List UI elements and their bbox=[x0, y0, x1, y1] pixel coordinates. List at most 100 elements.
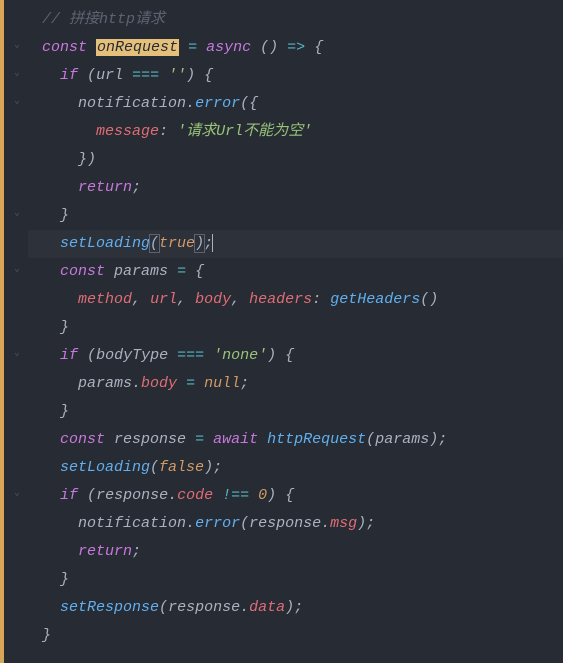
function-call: setLoading bbox=[60, 459, 150, 476]
punctuation: ; bbox=[132, 179, 141, 196]
fold-icon[interactable]: ⌄ bbox=[12, 265, 22, 275]
object: params bbox=[78, 375, 132, 392]
punctuation: () bbox=[420, 291, 438, 308]
object: notification bbox=[78, 515, 186, 532]
keyword: if bbox=[60, 487, 78, 504]
keyword: return bbox=[78, 179, 132, 196]
code-line[interactable]: notification.error(response.msg); bbox=[28, 510, 563, 538]
variable: bodyType bbox=[96, 347, 168, 364]
punctuation: , bbox=[177, 291, 186, 308]
punctuation: ; bbox=[294, 599, 303, 616]
operator: = bbox=[186, 375, 195, 392]
code-line[interactable]: if (response.code !== 0) { bbox=[28, 482, 563, 510]
text-cursor bbox=[212, 234, 213, 252]
punctuation: ( bbox=[240, 95, 249, 112]
code-line[interactable]: message: '请求Url不能为空' bbox=[28, 118, 563, 146]
keyword: if bbox=[60, 347, 78, 364]
code-line[interactable]: return; bbox=[28, 174, 563, 202]
keyword: const bbox=[42, 39, 87, 56]
punctuation: . bbox=[240, 599, 249, 616]
object: notification bbox=[78, 95, 186, 112]
code-line[interactable]: } bbox=[28, 314, 563, 342]
punctuation: . bbox=[321, 515, 330, 532]
punctuation: ) bbox=[267, 347, 276, 364]
brace: { bbox=[314, 39, 323, 56]
punctuation: ) bbox=[285, 599, 294, 616]
function-call: getHeaders bbox=[330, 291, 420, 308]
keyword: async bbox=[206, 39, 251, 56]
code-line[interactable]: if (bodyType === 'none') { bbox=[28, 342, 563, 370]
string: '请求Url不能为空' bbox=[177, 123, 312, 140]
brace: { bbox=[204, 67, 213, 84]
code-line[interactable]: } bbox=[28, 398, 563, 426]
punctuation: . bbox=[132, 375, 141, 392]
function-call: httpRequest bbox=[267, 431, 366, 448]
fold-icon[interactable]: ⌄ bbox=[12, 489, 22, 499]
punctuation: ; bbox=[213, 459, 222, 476]
operator: => bbox=[287, 39, 305, 56]
fold-icon[interactable]: ⌄ bbox=[12, 41, 22, 51]
punctuation: . bbox=[186, 515, 195, 532]
punctuation: () bbox=[260, 39, 278, 56]
punctuation: , bbox=[231, 291, 240, 308]
brace: } bbox=[60, 207, 69, 224]
method: error bbox=[195, 515, 240, 532]
brace: { bbox=[285, 487, 294, 504]
fold-icon[interactable]: ⌄ bbox=[12, 349, 22, 359]
fold-icon[interactable]: ⌄ bbox=[12, 69, 22, 79]
code-content[interactable]: // 拼接http请求 const onRequest = async () =… bbox=[28, 0, 563, 663]
property: method bbox=[78, 291, 132, 308]
function-call: setLoading bbox=[60, 235, 150, 252]
object: response bbox=[168, 599, 240, 616]
punctuation: , bbox=[132, 291, 141, 308]
code-line[interactable]: } bbox=[28, 622, 563, 650]
code-line[interactable]: setResponse(response.data); bbox=[28, 594, 563, 622]
code-line[interactable]: } bbox=[28, 566, 563, 594]
code-line[interactable]: setLoading(false); bbox=[28, 454, 563, 482]
fold-icon[interactable]: ⌄ bbox=[12, 97, 22, 107]
operator: = bbox=[188, 39, 197, 56]
punctuation: ( bbox=[87, 347, 96, 364]
code-line-current[interactable]: setLoading(true); bbox=[28, 230, 563, 258]
variable: response bbox=[114, 431, 186, 448]
code-line[interactable]: method, url, body, headers: getHeaders() bbox=[28, 286, 563, 314]
string: 'none' bbox=[213, 347, 267, 364]
punctuation: : bbox=[312, 291, 321, 308]
code-line[interactable]: notification.error({ bbox=[28, 90, 563, 118]
property: data bbox=[249, 599, 285, 616]
number: 0 bbox=[258, 487, 267, 504]
null-literal: null bbox=[204, 375, 240, 392]
operator: = bbox=[195, 431, 204, 448]
argument: params bbox=[375, 431, 429, 448]
brace: } bbox=[42, 627, 51, 644]
code-line[interactable]: const response = await httpRequest(param… bbox=[28, 426, 563, 454]
code-line[interactable]: const onRequest = async () => { bbox=[28, 34, 563, 62]
brace: { bbox=[195, 263, 204, 280]
property: body bbox=[195, 291, 231, 308]
comment-text: // 拼接http请求 bbox=[42, 11, 165, 28]
punctuation: ( bbox=[159, 599, 168, 616]
punctuation: ; bbox=[438, 431, 447, 448]
code-editor[interactable]: ⌄ ⌄ ⌄ ⌄ ⌄ ⌄ ⌄ // 拼接http请求 const onReques… bbox=[0, 0, 563, 663]
object: response bbox=[96, 487, 168, 504]
code-line[interactable]: const params = { bbox=[28, 258, 563, 286]
code-line[interactable]: if (url === '') { bbox=[28, 62, 563, 90]
code-line[interactable]: // 拼接http请求 bbox=[28, 6, 563, 34]
fold-icon[interactable]: ⌄ bbox=[12, 209, 22, 219]
modified-indicator bbox=[0, 0, 4, 663]
keyword: if bbox=[60, 67, 78, 84]
code-line[interactable]: } bbox=[28, 202, 563, 230]
highlighted-identifier: onRequest bbox=[96, 39, 179, 56]
function-call: setResponse bbox=[60, 599, 159, 616]
string: '' bbox=[168, 67, 186, 84]
brace: } bbox=[60, 319, 69, 336]
code-line[interactable]: return; bbox=[28, 538, 563, 566]
code-line[interactable]: }) bbox=[28, 146, 563, 174]
brace: } bbox=[60, 403, 69, 420]
keyword: await bbox=[213, 431, 258, 448]
keyword: const bbox=[60, 431, 105, 448]
punctuation: ; bbox=[132, 543, 141, 560]
variable: params bbox=[114, 263, 168, 280]
property: message bbox=[96, 123, 159, 140]
code-line[interactable]: params.body = null; bbox=[28, 370, 563, 398]
